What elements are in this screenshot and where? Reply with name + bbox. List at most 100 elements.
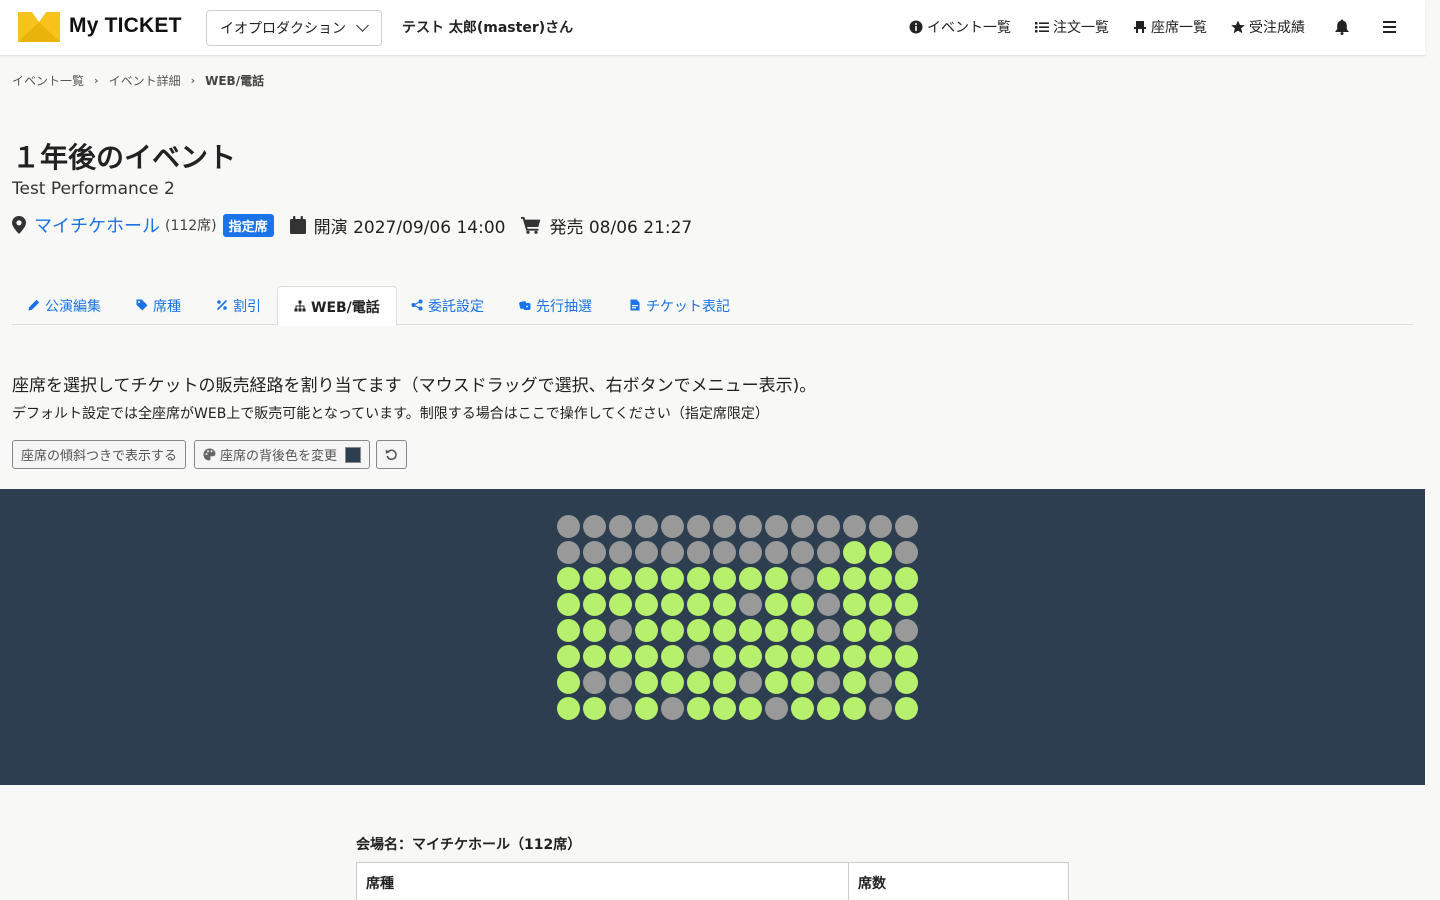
reset-button[interactable] [376, 440, 407, 469]
seat-web-restricted[interactable] [739, 541, 762, 564]
seat-web-available[interactable] [765, 645, 788, 668]
seat-web-restricted[interactable] [609, 515, 632, 538]
organization-select[interactable]: イオプロダクション [206, 10, 382, 46]
seat-web-available[interactable] [843, 697, 866, 720]
seat-web-available[interactable] [557, 593, 580, 616]
seat-web-available[interactable] [583, 645, 606, 668]
seat-web-available[interactable] [869, 619, 892, 642]
brand-logo-icon[interactable] [18, 12, 60, 42]
seat-web-available[interactable] [739, 697, 762, 720]
seat-web-restricted[interactable] [635, 515, 658, 538]
seat-web-restricted[interactable] [895, 515, 918, 538]
seat-web-available[interactable] [843, 645, 866, 668]
nav-orders[interactable]: 注文一覧 [1035, 17, 1109, 37]
seat-web-restricted[interactable] [765, 515, 788, 538]
seat-web-available[interactable] [635, 593, 658, 616]
seat-web-available[interactable] [661, 645, 684, 668]
seat-web-available[interactable] [713, 671, 736, 694]
seat-web-available[interactable] [635, 619, 658, 642]
seat-web-restricted[interactable] [609, 671, 632, 694]
tilt-view-button[interactable]: 座席の傾斜つきで表示する [12, 440, 187, 469]
seat-web-available[interactable] [583, 697, 606, 720]
seat-web-available[interactable] [843, 593, 866, 616]
seat-web-available[interactable] [557, 697, 580, 720]
seat-map[interactable] [0, 489, 1425, 785]
seat-web-available[interactable] [687, 671, 710, 694]
seat-web-available[interactable] [635, 645, 658, 668]
seat-web-restricted[interactable] [557, 515, 580, 538]
seat-web-restricted[interactable] [765, 697, 788, 720]
seat-web-available[interactable] [557, 619, 580, 642]
tab-ticket-notation[interactable]: チケット表記 [613, 286, 746, 325]
seat-web-available[interactable] [557, 645, 580, 668]
seat-web-available[interactable] [557, 671, 580, 694]
seat-web-available[interactable] [583, 567, 606, 590]
nav-events[interactable]: イベント一覧 [909, 17, 1011, 37]
seat-web-available[interactable] [817, 567, 840, 590]
tab-seat-type[interactable]: 席種 [120, 286, 197, 325]
seat-web-restricted[interactable] [791, 541, 814, 564]
seat-web-restricted[interactable] [661, 697, 684, 720]
seat-web-available[interactable] [817, 645, 840, 668]
tab-performance-edit[interactable]: 公演編集 [12, 286, 117, 325]
seat-web-restricted[interactable] [895, 619, 918, 642]
seat-web-available[interactable] [895, 567, 918, 590]
seat-web-available[interactable] [791, 645, 814, 668]
seat-web-restricted[interactable] [583, 541, 606, 564]
seat-web-restricted[interactable] [791, 567, 814, 590]
seat-web-available[interactable] [661, 567, 684, 590]
seat-web-available[interactable] [635, 697, 658, 720]
seat-web-available[interactable] [869, 567, 892, 590]
seat-web-available[interactable] [713, 567, 736, 590]
seat-web-restricted[interactable] [609, 697, 632, 720]
seat-web-available[interactable] [791, 697, 814, 720]
seat-web-restricted[interactable] [687, 541, 710, 564]
seat-web-restricted[interactable] [609, 619, 632, 642]
seat-web-available[interactable] [661, 593, 684, 616]
seat-web-restricted[interactable] [869, 697, 892, 720]
seat-web-available[interactable] [583, 619, 606, 642]
seat-web-restricted[interactable] [843, 515, 866, 538]
seat-web-restricted[interactable] [869, 671, 892, 694]
seat-web-restricted[interactable] [817, 671, 840, 694]
seat-web-available[interactable] [609, 645, 632, 668]
seat-web-available[interactable] [895, 645, 918, 668]
nav-sales[interactable]: 受注成績 [1231, 17, 1305, 37]
seat-web-restricted[interactable] [713, 541, 736, 564]
seat-web-restricted[interactable] [869, 515, 892, 538]
seat-web-available[interactable] [713, 645, 736, 668]
seat-web-available[interactable] [791, 619, 814, 642]
seat-web-available[interactable] [687, 593, 710, 616]
seat-web-available[interactable] [661, 671, 684, 694]
brand-name[interactable]: My TICKET [69, 14, 182, 38]
seat-web-available[interactable] [765, 567, 788, 590]
seat-web-available[interactable] [661, 619, 684, 642]
hamburger-menu-icon[interactable] [1383, 21, 1396, 33]
breadcrumb-event-detail[interactable]: イベント詳細 [109, 72, 181, 89]
breadcrumb-events[interactable]: イベント一覧 [12, 72, 84, 89]
seat-web-available[interactable] [843, 671, 866, 694]
seat-web-available[interactable] [687, 567, 710, 590]
seat-web-restricted[interactable] [583, 671, 606, 694]
seat-web-available[interactable] [869, 541, 892, 564]
seat-web-restricted[interactable] [661, 515, 684, 538]
seat-web-available[interactable] [713, 593, 736, 616]
seat-web-available[interactable] [635, 567, 658, 590]
seat-web-available[interactable] [843, 619, 866, 642]
seat-web-available[interactable] [739, 619, 762, 642]
seat-web-available[interactable] [765, 671, 788, 694]
seat-web-available[interactable] [557, 567, 580, 590]
tab-presale-lottery[interactable]: 先行抽選 [503, 286, 608, 325]
seat-web-available[interactable] [609, 567, 632, 590]
seat-web-available[interactable] [869, 593, 892, 616]
seat-web-available[interactable] [739, 567, 762, 590]
seat-web-restricted[interactable] [817, 541, 840, 564]
seat-web-available[interactable] [791, 671, 814, 694]
bell-icon[interactable] [1335, 19, 1349, 35]
seat-web-restricted[interactable] [817, 515, 840, 538]
seat-web-restricted[interactable] [791, 515, 814, 538]
tab-consignment[interactable]: 委託設定 [395, 286, 500, 325]
seat-web-restricted[interactable] [739, 515, 762, 538]
seat-web-restricted[interactable] [557, 541, 580, 564]
seat-web-available[interactable] [817, 697, 840, 720]
